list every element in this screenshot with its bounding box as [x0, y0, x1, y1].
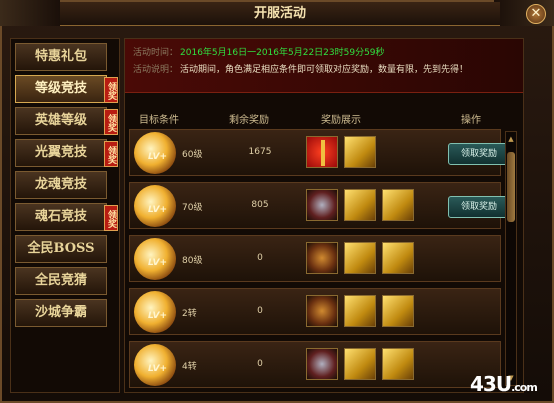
table-row: LV+ 2转 0	[129, 288, 501, 335]
scroll-thumb[interactable]	[507, 152, 515, 222]
reward-slots	[306, 295, 414, 327]
reward-rows: LV+ 60级 1675 领取奖励 LV+ 70级 805 领取奖励 LV+ 80级 0 LV+ 2转 0…	[129, 129, 510, 394]
header-action: 操作	[461, 115, 481, 126]
sidebar-item-label: 全民竞猜	[34, 273, 87, 288]
claim-reward-button[interactable]: 领取奖励	[448, 143, 510, 165]
window-title: 开服活动	[60, 2, 500, 26]
reward-slots	[306, 189, 414, 221]
remaining-count: 0	[257, 306, 263, 316]
wing-item-icon[interactable]	[306, 295, 338, 327]
remaining-count: 0	[257, 359, 263, 369]
claim-badge: 领奖	[104, 205, 118, 231]
condition-text: 80级	[182, 256, 203, 266]
lv-badge: LV+	[148, 152, 168, 162]
ticket-item-icon[interactable]	[382, 242, 414, 274]
main-panel: 活动时间： 2016年5月16日一2016年5月22日23时59分59秒 活动说…	[124, 38, 524, 393]
reward-slots	[306, 242, 414, 274]
table-row: LV+ 60级 1675 领取奖励	[129, 129, 510, 176]
claim-badge: 领奖	[104, 77, 118, 103]
sidebar-item-0[interactable]: 特惠礼包	[15, 43, 107, 71]
header-rewards: 奖励展示	[321, 115, 361, 126]
ticket-item-icon[interactable]	[344, 189, 376, 221]
remaining-count: 805	[251, 200, 269, 210]
desc-value: 活动期间，角色满足相应条件即可领取对应奖励，数量有限，先到先得！	[180, 65, 469, 75]
ticket-item-icon[interactable]	[382, 189, 414, 221]
reward-slots	[306, 136, 376, 168]
sidebar-item-3[interactable]: 光翼竞技 领奖	[15, 139, 118, 167]
remaining-count: 0	[257, 253, 263, 263]
condition-text: 4转	[182, 362, 197, 372]
close-button[interactable]: ✕	[526, 4, 546, 24]
armor-item-icon[interactable]	[306, 348, 338, 380]
title-ornament-left	[0, 0, 60, 26]
site-watermark-logo: 43U.com	[470, 372, 538, 396]
close-icon: ✕	[530, 6, 542, 21]
condition-text: 70级	[182, 203, 203, 213]
sidebar: 特惠礼包 等级竞技 领奖 英雄等级 领奖 光翼竞技 领奖 龙魂竞技 魂石竞技 领奖 全民BOSS 全民…	[10, 38, 120, 393]
ticket-item-icon[interactable]	[382, 348, 414, 380]
sidebar-item-label: 英雄等级	[34, 113, 87, 128]
ticket-item-icon[interactable]	[344, 136, 376, 168]
sidebar-item-label: 等级竞技	[34, 81, 87, 96]
sidebar-item-8[interactable]: 沙城争霸	[15, 299, 107, 327]
sidebar-item-label: 特惠礼包	[34, 49, 87, 64]
header-condition: 目标条件	[139, 115, 179, 126]
sidebar-item-5[interactable]: 魂石竞技 领奖	[15, 203, 118, 231]
lv-badge: LV+	[148, 258, 168, 268]
ticket-item-icon[interactable]	[382, 295, 414, 327]
reward-slots	[306, 348, 414, 380]
claim-reward-button[interactable]: 领取奖励	[448, 196, 510, 218]
scroll-up-icon[interactable]: ▲	[506, 134, 516, 144]
remaining-count: 1675	[248, 147, 272, 157]
sidebar-item-label: 光翼竞技	[34, 145, 87, 160]
wing-item-icon[interactable]	[306, 242, 338, 274]
sidebar-item-1[interactable]: 等级竞技 领奖	[15, 75, 118, 103]
table-row: LV+ 4转 0	[129, 341, 501, 388]
sidebar-item-label: 龙魂竞技	[34, 177, 87, 192]
desc-label: 活动说明：	[133, 65, 179, 75]
ticket-item-icon[interactable]	[344, 348, 376, 380]
table-row: LV+ 80级 0	[129, 235, 501, 282]
gift-item-icon[interactable]	[306, 136, 338, 168]
condition-text: 2转	[182, 309, 197, 319]
condition-text: 60级	[182, 150, 203, 160]
sidebar-item-label: 沙城争霸	[34, 305, 87, 320]
claim-badge: 领奖	[104, 141, 118, 167]
sidebar-item-label: 全民BOSS	[27, 241, 95, 256]
claim-badge: 领奖	[104, 109, 118, 135]
sidebar-item-4[interactable]: 龙魂竞技	[15, 171, 107, 199]
table-header: 目标条件 剩余奖励 奖励展示 操作	[125, 109, 523, 127]
sidebar-item-7[interactable]: 全民竞猜	[15, 267, 107, 295]
lv-badge: LV+	[148, 205, 168, 215]
header-remaining: 剩余奖励	[229, 115, 269, 126]
sidebar-item-label: 魂石竞技	[34, 209, 87, 224]
sidebar-item-2[interactable]: 英雄等级 领奖	[15, 107, 118, 135]
time-value: 2016年5月16日一2016年5月22日23时59分59秒	[180, 48, 385, 58]
ticket-item-icon[interactable]	[344, 295, 376, 327]
time-label: 活动时间：	[133, 48, 179, 58]
lv-badge: LV+	[148, 364, 168, 374]
scrollbar[interactable]: ▲ ▼	[505, 131, 517, 386]
armor-item-icon[interactable]	[306, 189, 338, 221]
sidebar-item-6[interactable]: 全民BOSS	[15, 235, 107, 263]
activity-info: 活动时间： 2016年5月16日一2016年5月22日23时59分59秒 活动说…	[125, 39, 523, 93]
ticket-item-icon[interactable]	[344, 242, 376, 274]
table-row: LV+ 70级 805 领取奖励	[129, 182, 510, 229]
lv-badge: LV+	[148, 311, 168, 321]
